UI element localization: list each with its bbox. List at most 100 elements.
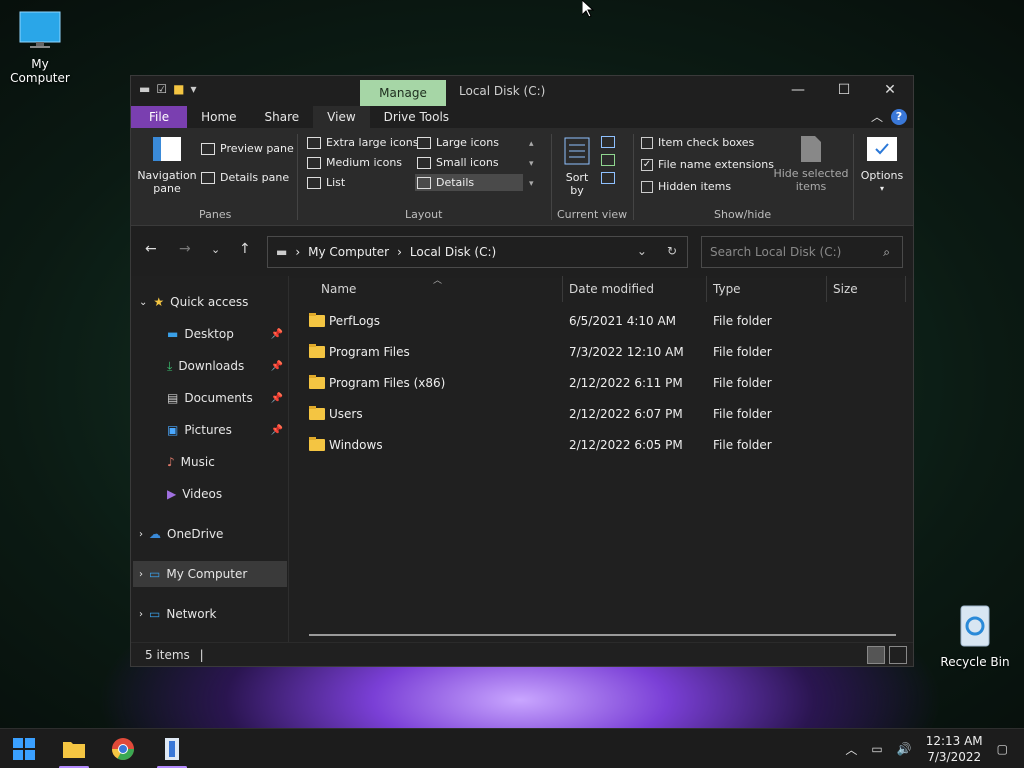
options-icon xyxy=(867,137,897,161)
breadcrumb-separator-icon[interactable]: › xyxy=(295,245,300,259)
file-name-extensions-checkbox[interactable]: ✓ xyxy=(641,158,653,171)
layout-small-icons[interactable]: Small icons xyxy=(417,156,499,169)
tab-file[interactable]: File xyxy=(131,106,188,128)
item-check-boxes-checkbox[interactable] xyxy=(641,136,653,149)
start-button-icon[interactable] xyxy=(12,737,36,761)
search-icon[interactable]: ⌕ xyxy=(883,237,890,267)
column-divider[interactable] xyxy=(562,276,563,302)
up-arrow-icon[interactable]: ↑ xyxy=(239,241,251,257)
group-by-icon[interactable] xyxy=(601,136,615,148)
horizontal-scrollbar[interactable] xyxy=(309,634,896,636)
tab-manage[interactable]: Manage xyxy=(360,80,446,106)
file-explorer-window[interactable]: ▬ ☑ ■ ▾ Manage Local Disk (C:) — ☐ ✕ Fil… xyxy=(130,75,914,667)
chrome-icon[interactable] xyxy=(111,737,135,761)
table-row[interactable]: Users 2/12/2022 6:07 PM File folder xyxy=(307,400,907,428)
refresh-icon[interactable]: ↻ xyxy=(667,244,677,258)
details-view-button[interactable] xyxy=(867,646,885,664)
sidebar-item-pictures[interactable]: ▣ Pictures 📌 xyxy=(167,417,287,443)
forward-arrow-icon[interactable]: → xyxy=(179,241,191,257)
file-date: 2/12/2022 6:11 PM xyxy=(569,376,683,390)
tab-share[interactable]: Share xyxy=(251,106,314,128)
address-dropdown-icon[interactable]: ⌄ xyxy=(637,244,647,258)
breadcrumb-separator-icon[interactable]: › xyxy=(397,245,402,259)
minimize-button[interactable]: — xyxy=(775,76,821,106)
title-bar[interactable]: ▬ ☑ ■ ▾ Manage Local Disk (C:) — ☐ ✕ xyxy=(131,76,913,106)
collapse-ribbon-icon[interactable]: ︿ xyxy=(871,108,883,125)
new-folder-icon[interactable]: ■ xyxy=(173,82,184,96)
notepad-icon[interactable] xyxy=(160,737,184,761)
column-header-type[interactable]: Type xyxy=(713,276,741,302)
item-check-boxes-toggle[interactable]: Item check boxes xyxy=(641,136,754,149)
breadcrumb-my-computer[interactable]: My Computer xyxy=(308,245,389,259)
maximize-button[interactable]: ☐ xyxy=(821,76,867,106)
size-columns-icon[interactable] xyxy=(601,172,615,184)
file-name-extensions-label: File name extensions xyxy=(658,158,774,171)
properties-icon[interactable]: ☑ xyxy=(156,82,167,96)
small-icons-icon xyxy=(417,156,431,169)
address-bar[interactable]: ▬ › My Computer › Local Disk (C:) ⌄ ↻ xyxy=(267,236,688,268)
hidden-items-toggle[interactable]: Hidden items xyxy=(641,180,731,193)
sidebar-item-videos[interactable]: ▶ Videos xyxy=(167,481,222,507)
sidebar-item-music[interactable]: ♪ Music xyxy=(167,449,215,475)
preview-pane-button[interactable]: Preview pane xyxy=(201,142,294,155)
hide-selected-items-button[interactable]: Hide selected items xyxy=(773,134,849,193)
file-name-extensions-toggle[interactable]: ✓ File name extensions xyxy=(641,158,774,171)
help-icon[interactable]: ? xyxy=(891,108,907,125)
file-explorer-taskbar-icon[interactable] xyxy=(62,737,86,761)
column-header-date-modified[interactable]: Date modified xyxy=(569,276,654,302)
expand-chevron-icon[interactable]: › xyxy=(139,529,143,540)
large-icons-view-button[interactable] xyxy=(889,646,907,664)
volume-icon[interactable]: 🔊 xyxy=(897,742,912,756)
search-input[interactable]: Search Local Disk (C:) ⌕ xyxy=(701,236,903,268)
hidden-items-checkbox[interactable] xyxy=(641,180,653,193)
breadcrumb-local-disk[interactable]: Local Disk (C:) xyxy=(410,245,496,259)
tab-home[interactable]: Home xyxy=(187,106,250,128)
clock[interactable]: 12:13 AM 7/3/2022 xyxy=(926,733,983,765)
close-button[interactable]: ✕ xyxy=(867,76,913,106)
expand-chevron-icon[interactable]: › xyxy=(139,569,143,580)
pin-icon: 📌 xyxy=(270,328,283,340)
details-pane-icon xyxy=(201,171,215,184)
navigation-pane-button[interactable]: Navigation pane xyxy=(137,136,197,195)
network-icon[interactable]: ▭ xyxy=(871,742,882,756)
sidebar-item-documents[interactable]: ▤ Documents 📌 xyxy=(167,385,287,411)
qat-dropdown-icon[interactable]: ▾ xyxy=(190,82,196,96)
back-arrow-icon[interactable]: ← xyxy=(145,241,157,257)
table-row[interactable]: Program Files (x86) 2/12/2022 6:11 PM Fi… xyxy=(307,369,907,397)
desktop-recycle-bin[interactable]: Recycle Bin xyxy=(935,602,1015,669)
column-divider[interactable] xyxy=(706,276,707,302)
desktop-my-computer[interactable]: My Computer xyxy=(0,10,80,85)
sort-by-button[interactable]: Sort by xyxy=(557,136,597,197)
layout-list[interactable]: List xyxy=(307,176,345,189)
details-pane-button[interactable]: Details pane xyxy=(201,171,289,184)
options-button[interactable]: Options ▾ xyxy=(857,136,907,195)
table-row[interactable]: Windows 2/12/2022 6:05 PM File folder xyxy=(307,431,907,459)
notification-icon[interactable]: ▢ xyxy=(997,742,1008,756)
expand-chevron-icon[interactable]: ⌄ xyxy=(139,297,147,308)
sidebar-item-downloads[interactable]: ⤓ Downloads 📌 xyxy=(167,353,287,379)
column-divider[interactable] xyxy=(826,276,827,302)
tab-view[interactable]: View xyxy=(313,106,370,128)
layout-scroll-icon[interactable]: ▴ ▾ ▾ xyxy=(529,134,534,194)
layout-medium-icons[interactable]: Medium icons xyxy=(307,156,402,169)
layout-details[interactable]: Details xyxy=(415,174,523,191)
column-divider[interactable] xyxy=(905,276,906,302)
column-header-size[interactable]: Size xyxy=(833,276,858,302)
column-header-name[interactable]: Name xyxy=(321,276,356,302)
table-row[interactable]: PerfLogs 6/5/2021 4:10 AM File folder xyxy=(307,307,907,335)
show-hidden-icons-icon[interactable]: ︿ xyxy=(845,741,857,758)
sidebar-item-network[interactable]: › ▭ Network xyxy=(139,601,216,627)
recent-locations-icon[interactable]: ⌄ xyxy=(211,243,220,256)
add-columns-icon[interactable] xyxy=(601,154,615,166)
table-row[interactable]: Program Files 7/3/2022 12:10 AM File fol… xyxy=(307,338,907,366)
drive-icon[interactable]: ▬ xyxy=(139,82,150,96)
tab-drive-tools[interactable]: Drive Tools xyxy=(370,106,463,128)
sidebar-item-desktop[interactable]: ▬ Desktop 📌 xyxy=(167,321,287,347)
sidebar-item-quick-access[interactable]: ⌄ ★ Quick access xyxy=(139,289,248,315)
expand-chevron-icon[interactable]: › xyxy=(139,609,143,620)
layout-large-icons[interactable]: Large icons xyxy=(417,136,499,149)
sidebar-item-my-computer[interactable]: › ▭ My Computer xyxy=(133,561,287,587)
layout-extra-large-icons[interactable]: Extra large icons xyxy=(307,136,418,149)
sidebar-item-onedrive[interactable]: › ☁ OneDrive xyxy=(139,521,223,547)
file-date: 7/3/2022 12:10 AM xyxy=(569,345,684,359)
